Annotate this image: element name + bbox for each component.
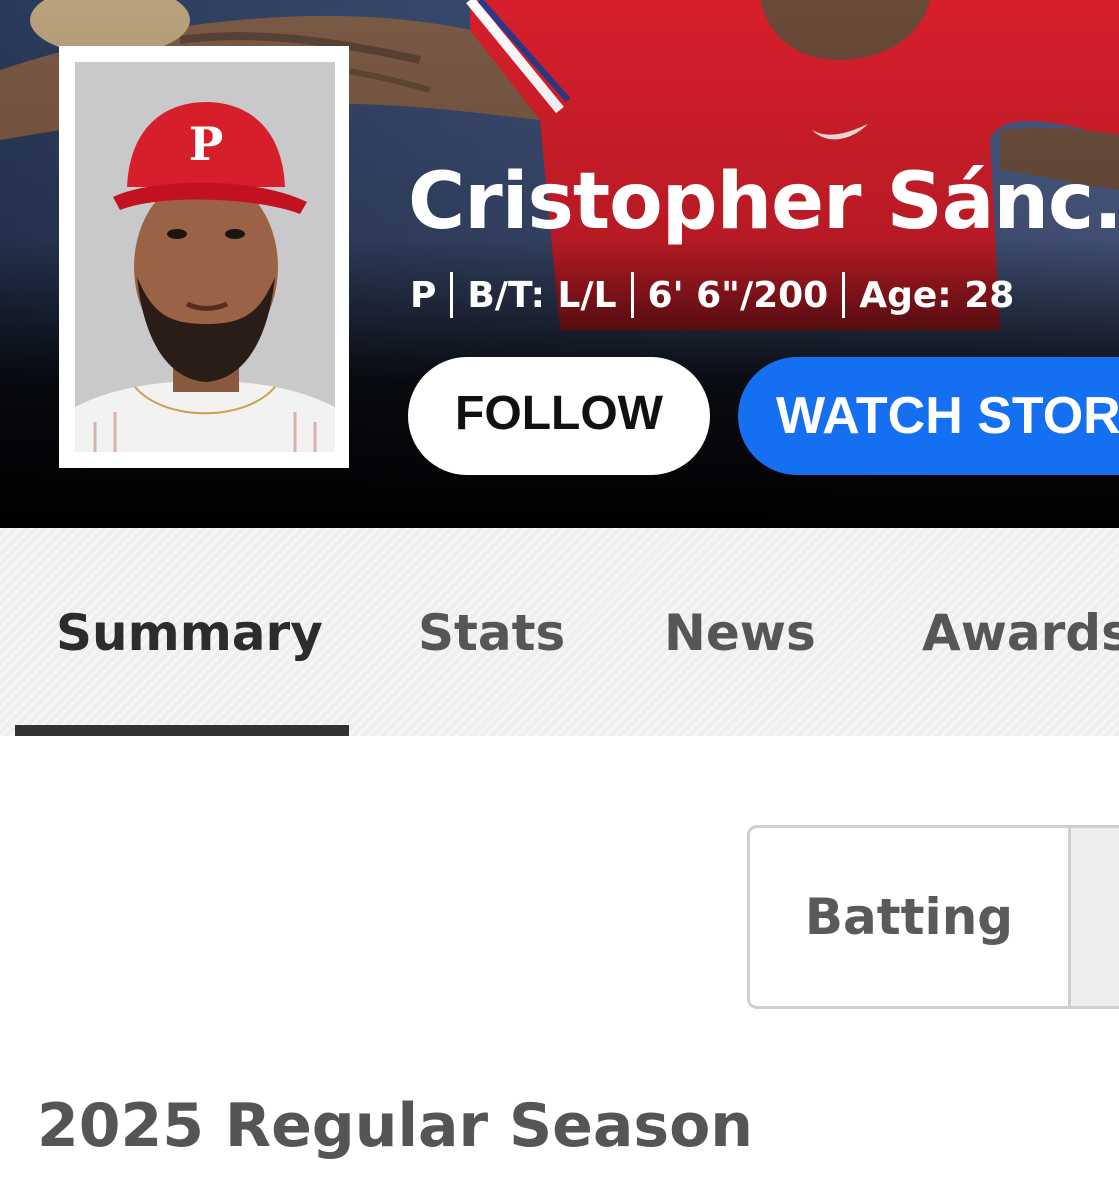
player-photo: P	[75, 62, 335, 452]
player-name: Cristopher Sánc...	[408, 157, 1119, 247]
player-position: P	[410, 274, 437, 316]
follow-button[interactable]: FOLLOW	[408, 357, 710, 475]
next-toggle-option[interactable]	[1071, 828, 1119, 1006]
bio-divider	[630, 272, 634, 318]
section-heading: 2025 Regular Season	[37, 1091, 754, 1161]
player-hero: P Cristopher Sánc... P B/T: L/L 6' 6"/20…	[0, 0, 1119, 528]
player-headshot-frame: P	[59, 46, 349, 468]
player-bats-throws: B/T: L/L	[467, 274, 617, 316]
bio-divider	[450, 272, 454, 318]
player-headshot: P	[75, 62, 335, 452]
player-bio-line: P B/T: L/L 6' 6"/200 Age: 28	[410, 270, 1014, 320]
cap-logo: P	[189, 117, 224, 171]
stat-type-toggle: Batting	[747, 825, 1119, 1009]
player-height-weight: 6' 6"/200	[647, 274, 829, 316]
tab-news[interactable]: News	[664, 598, 816, 668]
player-age: Age: 28	[859, 274, 1015, 316]
bio-divider	[842, 272, 846, 318]
watch-story-button[interactable]: WATCH STOR	[738, 357, 1119, 475]
batting-toggle-option[interactable]: Batting	[750, 828, 1068, 1006]
profile-tab-bar: Summary Stats News Awards	[0, 528, 1119, 736]
tab-awards[interactable]: Awards	[922, 598, 1119, 668]
tab-stats[interactable]: Stats	[418, 598, 565, 668]
active-tab-indicator	[15, 725, 349, 736]
tab-summary[interactable]: Summary	[56, 598, 323, 668]
